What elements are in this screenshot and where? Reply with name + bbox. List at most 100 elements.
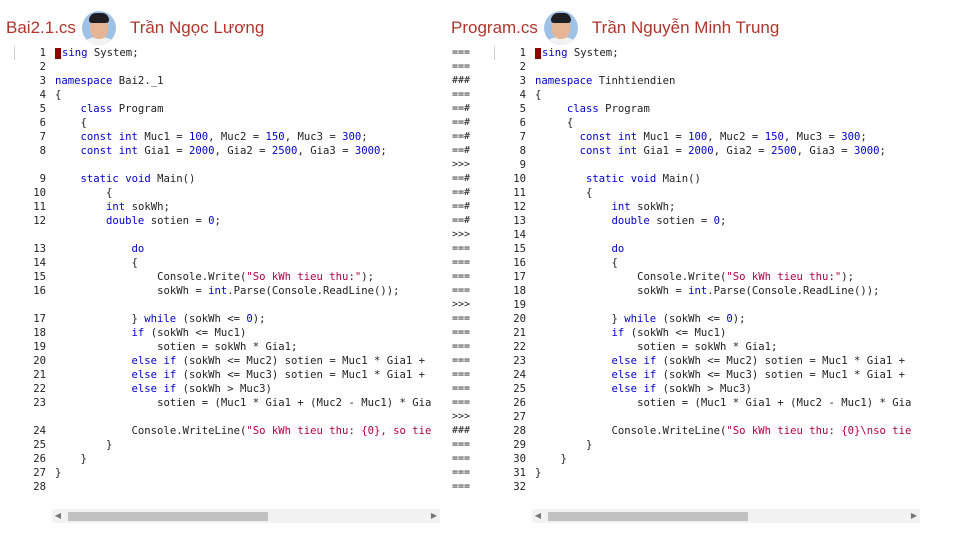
code-text: else if (sokWh > Muc3)	[131, 383, 272, 395]
code-line[interactable]: 21 if (sokWh <= Muc1)	[490, 326, 922, 340]
scroll-left-arrow-icon[interactable]: ◀	[52, 509, 64, 523]
code-line[interactable]	[10, 298, 440, 312]
left-file-name[interactable]: Bai2.1.cs	[6, 18, 76, 38]
code-line[interactable]: 10 {	[10, 186, 440, 200]
code-line[interactable]: 17 Console.Write("So kWh tieu thu:");	[490, 270, 922, 284]
code-line[interactable]: 19 sotien = sokWh * Gia1;	[10, 340, 440, 354]
line-number: 8	[39, 145, 46, 157]
code-line[interactable]: 21 else if (sokWh <= Muc3) sotien = Muc1…	[10, 368, 440, 382]
code-line[interactable]: 23 sotien = (Muc1 * Gia1 + (Muc2 - Muc1)…	[10, 396, 440, 410]
line-number: 2	[39, 61, 46, 73]
right-code-panel[interactable]: 1 sing System; 2 3 namespace Tinhtiendien 4{5…	[490, 46, 922, 494]
line-number: 7	[39, 131, 46, 143]
code-line[interactable]: 28	[10, 480, 440, 494]
code-line[interactable]: 27	[490, 410, 922, 424]
code-line[interactable]: 20 else if (sokWh <= Muc2) sotien = Muc1…	[10, 354, 440, 368]
code-line[interactable]: 13 do	[10, 242, 440, 256]
code-line[interactable]: 5 class Program	[10, 102, 440, 116]
code-line[interactable]: 14 {	[10, 256, 440, 270]
line-number: 22	[513, 341, 526, 353]
code-line[interactable]: 12 double sotien = 0;	[10, 214, 440, 228]
code-line[interactable]: 8 const int Gia1 = 2000, Gia2 = 2500, Gi…	[10, 144, 440, 158]
code-line[interactable]: 30 }	[490, 452, 922, 466]
code-line[interactable]: 17 } while (sokWh <= 0);	[10, 312, 440, 326]
code-line[interactable]: 7 const int Muc1 = 100, Muc2 = 150, Muc3…	[490, 130, 922, 144]
code-line[interactable]: 24 Console.WriteLine("So kWh tieu thu: {…	[10, 424, 440, 438]
code-line[interactable]: 18 if (sokWh <= Muc1)	[10, 326, 440, 340]
code-line[interactable]: 3 namespace Tinhtiendien	[490, 74, 922, 88]
code-line[interactable]: 24 else if (sokWh <= Muc3) sotien = Muc1…	[490, 368, 922, 382]
code-line[interactable]: 5 class Program	[490, 102, 922, 116]
left-scroll-thumb[interactable]	[68, 512, 268, 521]
line-number: 28	[33, 481, 46, 493]
scroll-right-arrow-icon[interactable]: ▶	[428, 509, 440, 523]
left-horizontal-scrollbar[interactable]: ◀ ▶	[52, 509, 440, 523]
line-number: 10	[513, 173, 526, 185]
code-line[interactable]: 2	[490, 60, 922, 74]
right-horizontal-scrollbar[interactable]: ◀ ▶	[532, 509, 920, 523]
code-line[interactable]: 6 {	[490, 116, 922, 130]
diff-marker: ==#	[452, 103, 471, 114]
code-line[interactable]: 3 namespace Bai2._1	[10, 74, 440, 88]
code-line[interactable]: 18 sokWh = int.Parse(Console.ReadLine())…	[490, 284, 922, 298]
code-line[interactable]: 25 }	[10, 438, 440, 452]
code-line[interactable]: 4{	[490, 88, 922, 102]
code-line[interactable]: 2	[10, 60, 440, 74]
code-line[interactable]: 1 sing System;	[490, 46, 922, 60]
code-line[interactable]: 22 else if (sokWh > Muc3)	[10, 382, 440, 396]
scroll-left-arrow-icon[interactable]: ◀	[532, 509, 544, 523]
line-number: 15	[513, 243, 526, 255]
left-author-name: Trần Ngọc Lương	[129, 18, 265, 37]
code-line[interactable]: 26 sotien = (Muc1 * Gia1 + (Muc2 - Muc1)…	[490, 396, 922, 410]
code-line[interactable]: 11 int sokWh;	[10, 200, 440, 214]
code-line[interactable]	[10, 158, 440, 172]
diff-marker: ===	[452, 89, 471, 100]
scroll-right-arrow-icon[interactable]: ▶	[908, 509, 920, 523]
code-line[interactable]: 19	[490, 298, 922, 312]
code-line[interactable]: 14	[490, 228, 922, 242]
code-text: Console.Write("So kWh tieu thu:");	[157, 271, 374, 283]
code-line[interactable]: 1 sing System;	[10, 46, 440, 60]
right-file-header: Program.cs Trần Nguyễn Minh Trung	[451, 10, 779, 46]
code-line[interactable]	[10, 410, 440, 424]
code-text: static void Main()	[80, 173, 196, 185]
code-line[interactable]: 26 }	[10, 452, 440, 466]
code-line[interactable]: 16 sokWh = int.Parse(Console.ReadLine())…	[10, 284, 440, 298]
code-line[interactable]: 11 {	[490, 186, 922, 200]
right-scroll-thumb[interactable]	[548, 512, 748, 521]
code-line[interactable]: 25 else if (sokWh > Muc3)	[490, 382, 922, 396]
code-text: namespace Bai2._1	[55, 75, 164, 87]
code-line[interactable]: 16 {	[490, 256, 922, 270]
code-line[interactable]: 31}	[490, 466, 922, 480]
line-number: 7	[519, 131, 526, 143]
right-author-avatar	[543, 11, 578, 45]
code-line[interactable]: 9 static void Main()	[10, 172, 440, 186]
code-line[interactable]: 8 const int Gia1 = 2000, Gia2 = 2500, Gi…	[490, 144, 922, 158]
code-line[interactable]: 6 {	[10, 116, 440, 130]
line-number: 24	[33, 425, 46, 437]
code-text: }	[535, 467, 542, 479]
code-line[interactable]: 29 }	[490, 438, 922, 452]
code-line[interactable]: 22 sotien = sokWh * Gia1;	[490, 340, 922, 354]
diff-marker: >>>	[452, 229, 471, 240]
code-line[interactable]: 13 double sotien = 0;	[490, 214, 922, 228]
code-line[interactable]: 15 do	[490, 242, 922, 256]
code-line[interactable]: 27}	[10, 466, 440, 480]
code-line[interactable]: 15 Console.Write("So kWh tieu thu:");	[10, 270, 440, 284]
code-line[interactable]	[10, 228, 440, 242]
code-line[interactable]: 10 static void Main()	[490, 172, 922, 186]
code-line[interactable]: 28 Console.WriteLine("So kWh tieu thu: {…	[490, 424, 922, 438]
code-line[interactable]: 20 } while (sokWh <= 0);	[490, 312, 922, 326]
code-line[interactable]: 32	[490, 480, 922, 494]
line-number: 1	[519, 47, 526, 59]
left-code-panel[interactable]: 1 sing System; 2 3 namespace Bai2._1 4{5 clas…	[10, 46, 440, 494]
code-text: {	[535, 187, 593, 199]
line-number: 4	[519, 89, 526, 101]
code-line[interactable]: 7 const int Muc1 = 100, Muc2 = 150, Muc3…	[10, 130, 440, 144]
code-line[interactable]: 4{	[10, 88, 440, 102]
diff-marker: ==#	[452, 201, 471, 212]
code-line[interactable]: 12 int sokWh;	[490, 200, 922, 214]
code-line[interactable]: 23 else if (sokWh <= Muc2) sotien = Muc1…	[490, 354, 922, 368]
right-file-name[interactable]: Program.cs	[451, 18, 538, 38]
code-line[interactable]: 9	[490, 158, 922, 172]
